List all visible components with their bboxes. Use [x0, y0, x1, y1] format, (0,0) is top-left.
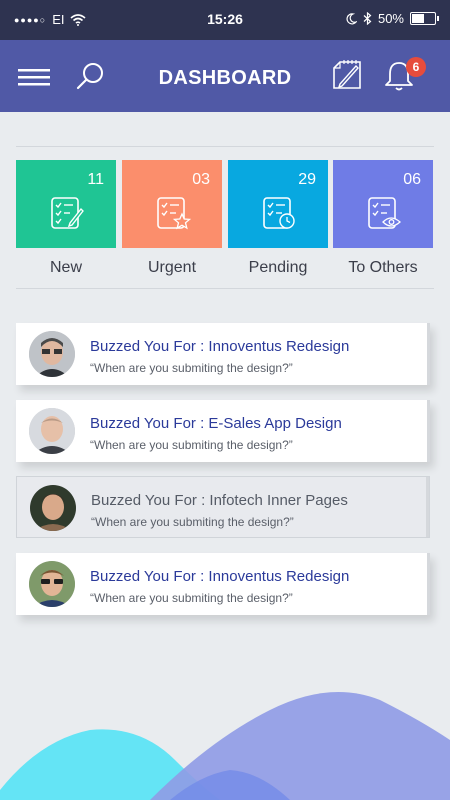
tile-urgent[interactable]: 03	[122, 160, 222, 248]
buzz-card[interactable]: Buzzed You For : Innoventus Redesign “Wh…	[16, 323, 430, 385]
tile-count: 03	[192, 171, 210, 188]
buzz-message: “When are you submiting the design?”	[90, 591, 293, 605]
compose-button[interactable]	[328, 56, 366, 94]
buzz-message: “When are you submiting the design?”	[90, 361, 293, 375]
status-bar: ●●●●○ EI 15:26 50%	[0, 0, 450, 40]
compose-icon	[333, 60, 361, 89]
buzz-title: Buzzed You For : Innoventus Redesign	[90, 338, 350, 355]
tile-count: 11	[87, 171, 104, 188]
divider-top	[16, 146, 434, 147]
moon-icon	[346, 12, 357, 24]
buzz-title: Buzzed You For : Infotech Inner Pages	[91, 492, 348, 509]
checklist-eye-icon	[368, 197, 401, 229]
tile-count: 29	[298, 171, 316, 188]
tile-to-others[interactable]: 06	[333, 160, 433, 248]
buzz-message: “When are you submiting the design?”	[91, 515, 294, 529]
bluetooth-icon	[363, 12, 372, 25]
battery-percent: 50%	[377, 11, 404, 26]
buzz-title: Buzzed You For : E-Sales App Design	[90, 415, 342, 432]
checklist-clock-icon	[263, 197, 295, 229]
checklist-pencil-icon	[51, 197, 84, 229]
checklist-star-icon	[157, 197, 192, 230]
battery-icon	[410, 12, 439, 25]
buzz-card[interactable]: Buzzed You For : Innoventus Redesign “Wh…	[16, 553, 430, 615]
avatar	[29, 561, 75, 607]
avatar	[29, 408, 75, 454]
tile-label-new: New	[49, 259, 82, 276]
avatar	[30, 485, 76, 531]
tile-label-urgent: Urgent	[147, 259, 197, 276]
avatar	[29, 331, 75, 377]
tile-new[interactable]: 11	[16, 160, 116, 248]
divider-bottom	[16, 288, 434, 289]
decorative-waves	[0, 692, 450, 800]
buzz-title: Buzzed You For : Innoventus Redesign	[90, 568, 350, 585]
tile-label-pending: Pending	[248, 259, 308, 276]
buzz-card[interactable]: Buzzed You For : Infotech Inner Pages “W…	[16, 476, 430, 538]
tile-count: 06	[403, 171, 421, 188]
notification-badge: 6	[406, 57, 426, 77]
buzz-card[interactable]: Buzzed You For : E-Sales App Design “Whe…	[16, 400, 430, 462]
app-header: DASHBOARD	[0, 40, 450, 112]
buzz-message: “When are you submiting the design?”	[90, 438, 293, 452]
tile-label-to-others: To Others	[348, 259, 418, 276]
status-right-group: 50%	[346, 11, 439, 26]
tile-pending[interactable]: 29	[228, 160, 328, 248]
